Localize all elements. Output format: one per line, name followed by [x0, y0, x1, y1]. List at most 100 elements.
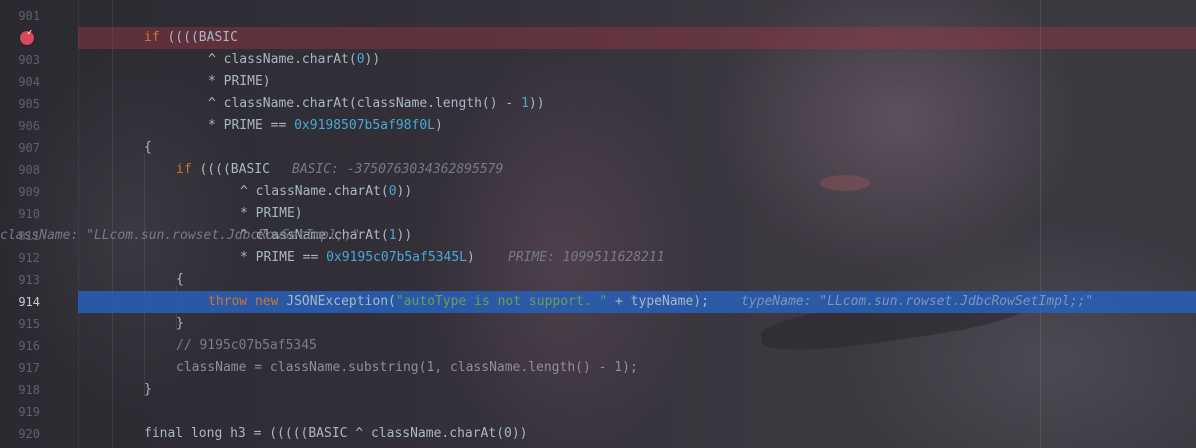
code-line[interactable]: 915} [0, 313, 1196, 335]
line-number[interactable]: 909 [0, 181, 40, 203]
code-token: { [176, 272, 184, 287]
code-line[interactable]: 910 * PRIME) [0, 203, 1196, 225]
line-highlight [78, 313, 1196, 335]
code-token: { [144, 140, 152, 155]
line-number[interactable]: 919 [0, 401, 40, 423]
code-token: ) [434, 118, 443, 133]
inline-debug-value: typeName: "LLcom.sun.rowset.JdbcRowSetIm… [741, 294, 1094, 309]
code-token: ) [466, 250, 475, 265]
inline-debug-value: PRIME: 1099511628211 [508, 250, 665, 265]
code-token: // 9195c07b5af5345 [176, 338, 317, 353]
code-token: )) [396, 184, 413, 199]
code-token: 1 [388, 228, 397, 243]
code-line[interactable]: 912 * PRIME == 0x9195c07b5af5345L) PRIME: … [0, 247, 1196, 269]
code-line[interactable]: 920 final long h3 = (((((BASIC ^ classNam… [0, 423, 1196, 445]
code-text[interactable]: } [176, 313, 184, 335]
inline-debug-value: BASIC: -3750763034362895579 [292, 162, 504, 177]
code-token: throw new [208, 294, 279, 309]
line-number[interactable]: 917 [0, 357, 40, 379]
code-text[interactable]: * PRIME == 0x9195c07b5af5345L) [240, 247, 475, 269]
code-text[interactable]: // 9195c07b5af5345 [176, 335, 317, 357]
code-token: )) [396, 228, 413, 243]
line-highlight [78, 27, 1196, 49]
code-token: 0x9198507b5af98f0L [294, 118, 435, 133]
line-number[interactable]: 913 [0, 269, 40, 291]
code-text[interactable]: } [144, 379, 152, 401]
code-token: if [144, 30, 160, 45]
code-text[interactable]: * PRIME) [208, 71, 271, 93]
code-text[interactable]: if ((((BASIC [144, 27, 238, 49]
line-number[interactable]: 915 [0, 313, 40, 335]
code-token: )) [528, 96, 545, 111]
current-execution-line[interactable]: 914 throw new JSONException("autoType is … [0, 291, 1196, 313]
code-token: + typeName); [607, 294, 709, 309]
code-token: ((((BASIC [159, 30, 238, 45]
code-token: "autoType is not support. " [395, 294, 608, 309]
line-highlight [78, 137, 1196, 159]
code-line[interactable]: 918} [0, 379, 1196, 401]
code-line[interactable]: 901 [0, 5, 1196, 27]
code-text[interactable]: { [176, 269, 184, 291]
code-line[interactable]: 917 className = className.substring(1, cl… [0, 357, 1196, 379]
code-token: className = className.substring(1, class… [176, 360, 638, 375]
line-number[interactable]: 904 [0, 71, 40, 93]
code-text[interactable]: ^ className.charAt(className.length() - … [208, 93, 545, 115]
code-token: } [144, 382, 152, 397]
code-text[interactable]: final long h3 = (((((BASIC ^ className.c… [144, 423, 528, 445]
line-highlight [78, 269, 1196, 291]
line-number[interactable]: 906 [0, 115, 40, 137]
line-number[interactable]: 914 [0, 291, 40, 313]
code-token: * PRIME == [208, 118, 295, 133]
code-token: 0 [388, 184, 397, 199]
code-line[interactable]: 907 { [0, 137, 1196, 159]
line-number[interactable]: 910 [0, 203, 40, 225]
code-text[interactable]: className = className.substring(1, class… [176, 357, 638, 379]
code-text[interactable]: { [144, 137, 152, 159]
code-line[interactable]: 904 * PRIME) [0, 71, 1196, 93]
code-token: * PRIME) [240, 206, 303, 221]
code-text[interactable]: throw new JSONException("autoType is not… [208, 291, 709, 313]
line-number[interactable]: 901 [0, 5, 40, 27]
line-highlight [78, 379, 1196, 401]
line-highlight [78, 401, 1196, 423]
code-text[interactable]: * PRIME == 0x9198507b5af98f0L) [208, 115, 443, 137]
inline-debug-value: className: "LLcom.sun.rowset.JdbcRowSetI… [0, 228, 361, 243]
code-token: ^ className.charAt( [208, 52, 357, 67]
line-highlight [78, 5, 1196, 27]
breakpoint-line[interactable]: ✓ if ((((BASIC [0, 27, 1196, 49]
line-number[interactable]: 920 [0, 423, 40, 445]
code-text[interactable]: if ((((BASIC [176, 159, 270, 181]
code-line[interactable]: 916 // 9195c07b5af5345 [0, 335, 1196, 357]
code-token: ^ className.charAt( [240, 184, 389, 199]
code-token: } [176, 316, 184, 331]
line-number[interactable]: 912 [0, 247, 40, 269]
line-number[interactable]: 916 [0, 335, 40, 357]
code-line[interactable]: 913 { [0, 269, 1196, 291]
code-token: )) [364, 52, 381, 67]
code-line[interactable]: 906 * PRIME == 0x9198507b5af98f0L) [0, 115, 1196, 137]
code-token: if [176, 162, 192, 177]
code-line[interactable]: 911 ^ className.charAt(1)) className: "LLc… [0, 225, 1196, 247]
code-token: 1 [521, 96, 529, 111]
code-line[interactable]: 909 ^ className.charAt(0)) [0, 181, 1196, 203]
line-number[interactable]: 903 [0, 49, 40, 71]
code-line[interactable]: 903 ^ className.charAt(0)) [0, 49, 1196, 71]
line-number[interactable]: 905 [0, 93, 40, 115]
line-number[interactable]: 907 [0, 137, 40, 159]
code-editor[interactable]: 901 ✓ if ((((BASIC 903 ^ className.charAt(0)… [0, 0, 1196, 448]
code-token: 0 [356, 52, 365, 67]
code-token: * PRIME == [240, 250, 327, 265]
code-token: JSONException( [278, 294, 396, 309]
line-number[interactable]: 908 [0, 159, 40, 181]
code-token: 0x9195c07b5af5345L [326, 250, 467, 265]
code-text[interactable]: ^ className.charAt(0)) [240, 181, 412, 203]
code-line[interactable]: 919 [0, 401, 1196, 423]
code-text[interactable]: * PRIME) [240, 203, 303, 225]
code-text[interactable]: ^ className.charAt(0)) [208, 49, 380, 71]
code-line[interactable]: 908 if ((((BASIC BASIC: -37507630343628955… [0, 159, 1196, 181]
breakpoint-check-icon: ✓ [27, 28, 33, 38]
line-number[interactable]: 918 [0, 379, 40, 401]
code-token: final long h3 = (((((BASIC ^ className.c… [144, 426, 528, 441]
code-token: ((((BASIC [191, 162, 270, 177]
code-line[interactable]: 905 ^ className.charAt(className.length()… [0, 93, 1196, 115]
